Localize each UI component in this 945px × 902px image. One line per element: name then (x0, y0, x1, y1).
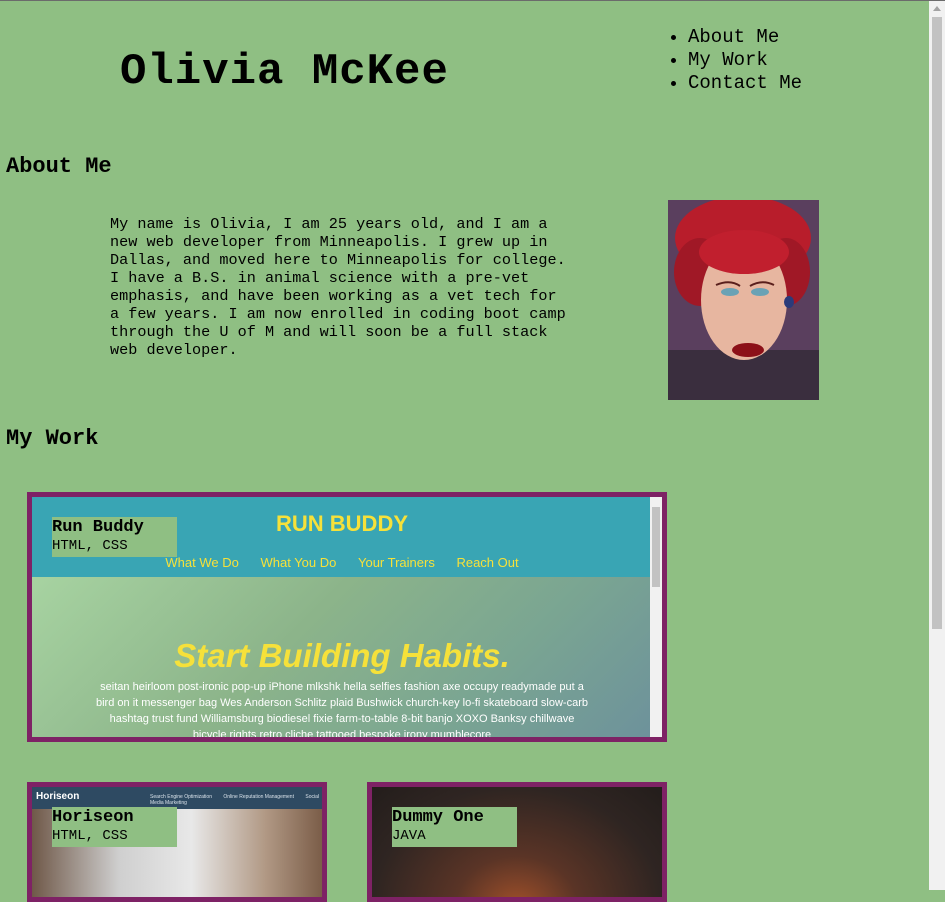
project-label: Horiseon HTML, CSS (52, 807, 177, 847)
horiseon-preview-header: Horiseon Search Engine Optimization Onli… (32, 787, 322, 809)
horiseon-preview-nav-item: Online Reputation Management (223, 794, 294, 800)
project-title: Dummy One (392, 808, 484, 827)
nav-item-about-me[interactable]: About Me (688, 26, 802, 49)
run-buddy-preview-nav-item: What We Do (165, 555, 239, 570)
run-buddy-preview-nav-item: What You Do (260, 555, 337, 570)
project-title: Horiseon (52, 808, 134, 827)
project-label: Dummy One JAVA (392, 807, 517, 847)
run-buddy-preview-hero-title: Start Building Habits. (174, 637, 510, 674)
work-heading: My Work (6, 426, 99, 451)
project-card-run-buddy[interactable]: RUN BUDDY What We Do What You Do Your Tr… (27, 492, 667, 742)
run-buddy-preview-scrollbar (650, 497, 662, 737)
project-title: Run Buddy (52, 518, 144, 537)
project-tech: HTML, CSS (52, 538, 128, 554)
project-card-horiseon[interactable]: Horiseon Search Engine Optimization Onli… (27, 782, 327, 902)
about-text: My name is Olivia, I am 25 years old, an… (110, 215, 566, 359)
scroll-up-arrow-icon[interactable] (933, 6, 941, 11)
page-scroll-thumb[interactable] (932, 17, 942, 629)
project-tech: JAVA (392, 828, 426, 844)
run-buddy-preview-scroll-thumb (652, 507, 660, 587)
profile-photo (668, 200, 819, 400)
horiseon-preview-brand: Horiseon (36, 791, 80, 802)
project-label: Run Buddy HTML, CSS (52, 517, 177, 557)
nav-link-about-me[interactable]: About Me (688, 26, 779, 48)
horiseon-preview-nav: Search Engine Optimization Online Reputa… (150, 794, 322, 806)
nav-item-contact-me[interactable]: Contact Me (688, 72, 802, 95)
run-buddy-preview-nav-item: Your Trainers (357, 555, 435, 570)
run-buddy-preview-nav: What We Do What You Do Your Trainers Rea… (32, 555, 652, 570)
project-card-dummy-one[interactable]: Dummy One JAVA (367, 782, 667, 902)
nav-link-my-work[interactable]: My Work (688, 49, 768, 71)
nav-item-my-work[interactable]: My Work (688, 49, 802, 72)
nav-link-contact-me[interactable]: Contact Me (688, 72, 802, 94)
window-top-border (0, 0, 945, 1)
project-tech: HTML, CSS (52, 828, 128, 844)
run-buddy-preview-hero: Start Building Habits. seitan heirloom p… (32, 577, 662, 741)
site-title: Olivia McKee (120, 47, 449, 97)
run-buddy-preview-hero-copy: seitan heirloom post-ironic pop-up iPhon… (96, 681, 588, 741)
main-nav: About Me My Work Contact Me (664, 26, 802, 95)
run-buddy-preview-nav-item: Reach Out (456, 555, 519, 570)
about-heading: About Me (6, 154, 112, 179)
page-scrollbar[interactable] (929, 1, 945, 890)
